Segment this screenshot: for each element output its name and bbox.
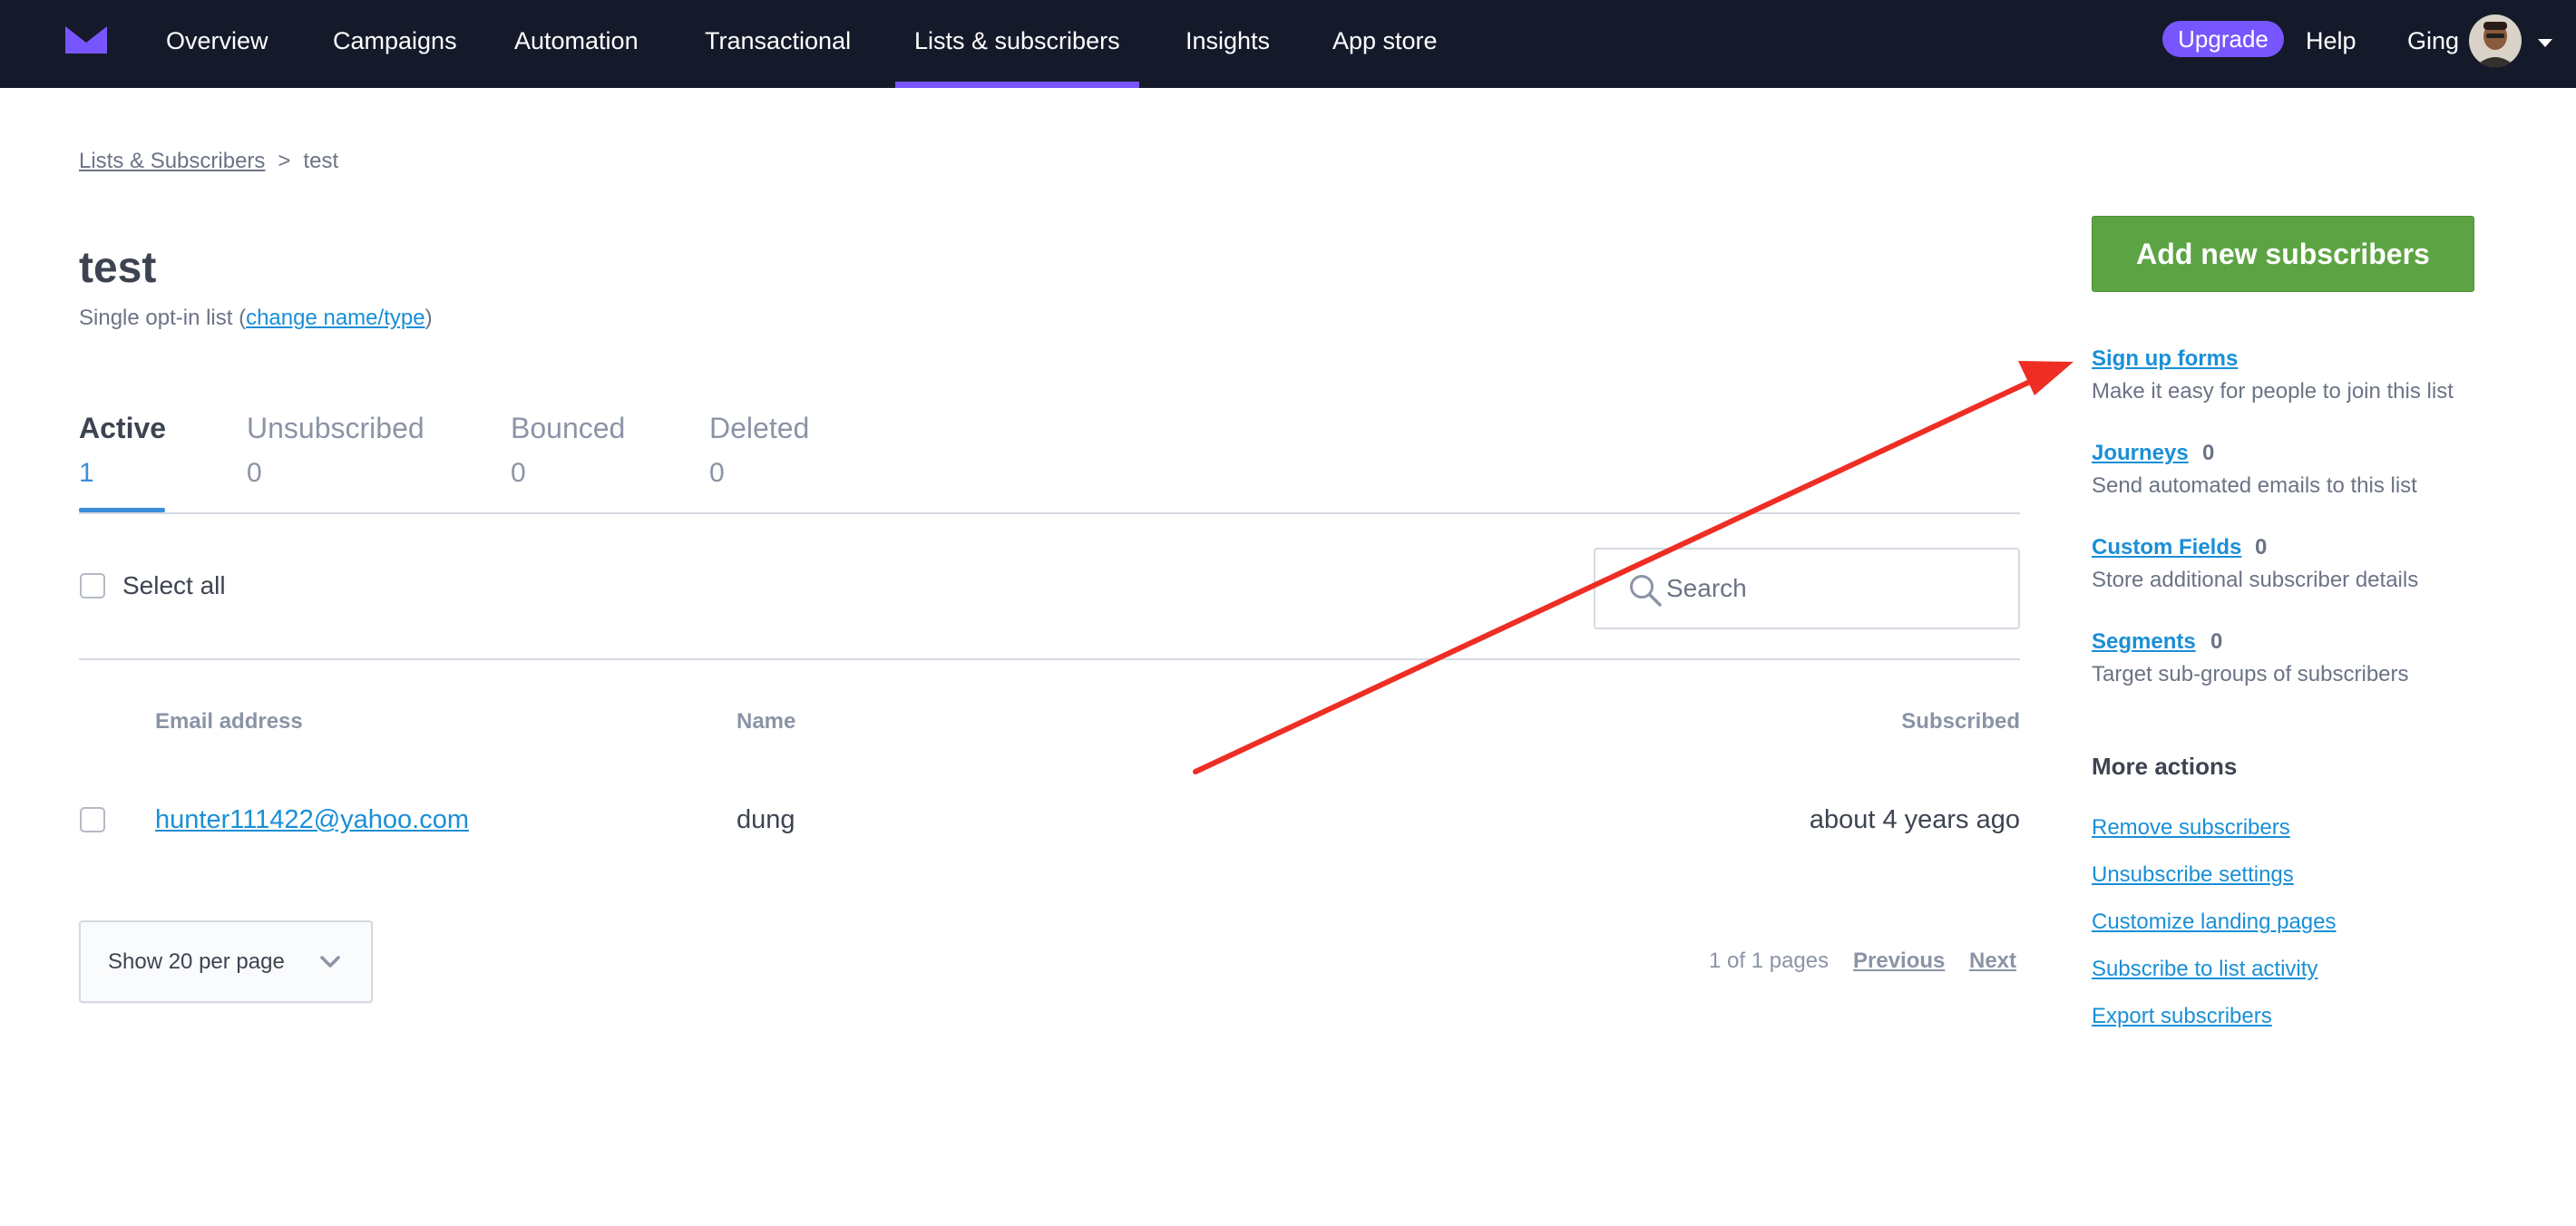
breadcrumb-separator: > (278, 149, 291, 173)
subscriber-name-cell: dung (737, 805, 795, 834)
nav-app-store[interactable]: App store (1332, 0, 1438, 88)
tab-label: Deleted (709, 412, 810, 444)
upgrade-button[interactable]: Upgrade (2162, 21, 2284, 57)
chevron-down-icon (320, 956, 340, 968)
nav-lists-subscribers[interactable]: Lists & subscribers (895, 0, 1139, 88)
segments-count: 0 (2210, 629, 2223, 654)
custom-fields-link[interactable]: Custom Fields (2092, 535, 2241, 560)
tab-deleted[interactable]: Deleted 0 (709, 412, 809, 489)
tab-active[interactable]: Active 1 (79, 412, 166, 489)
toolbar-divider (79, 658, 2020, 660)
app-logo-icon[interactable] (65, 26, 107, 54)
column-header-email[interactable]: Email address (155, 709, 303, 735)
breadcrumb-current: test (303, 149, 339, 173)
select-all-checkbox[interactable] (80, 573, 105, 598)
list-type-text: Single opt-in list ( (79, 306, 247, 330)
tab-label: Unsubscribed (247, 412, 424, 444)
add-new-subscribers-button[interactable]: Add new subscribers (2092, 216, 2474, 292)
tabs-divider (79, 512, 2020, 514)
tab-count: 0 (511, 458, 526, 488)
search-box[interactable] (1594, 548, 2020, 629)
custom-fields-description: Store additional subscriber details (2092, 568, 2419, 592)
pagination-info: 1 of 1 pages (1709, 949, 1830, 973)
avatar[interactable] (2469, 15, 2522, 67)
subscriber-email-cell: hunter111422@yahoo.com (155, 805, 469, 835)
tab-unsubscribed[interactable]: Unsubscribed 0 (247, 412, 424, 489)
page-title: test (79, 244, 157, 292)
tab-label: Active (79, 412, 167, 444)
tab-count: 0 (709, 458, 725, 488)
journeys-link[interactable]: Journeys (2092, 441, 2189, 466)
segments-description: Target sub-groups of subscribers (2092, 662, 2409, 686)
journeys-description: Send automated emails to this list (2092, 473, 2417, 498)
nav-insights[interactable]: Insights (1186, 0, 1270, 88)
annotation-arrow-icon (1193, 361, 2073, 774)
list-type-description: Single opt-in list (change name/type) (79, 306, 433, 331)
tab-bounced[interactable]: Bounced 0 (511, 412, 625, 489)
column-header-name[interactable]: Name (737, 709, 795, 735)
nav-campaigns[interactable]: Campaigns (333, 0, 457, 88)
top-navigation-bar: Overview Campaigns Automation Transactio… (0, 0, 2576, 88)
remove-subscribers-link[interactable]: Remove subscribers (2092, 815, 2290, 841)
user-avatar-icon (2469, 15, 2522, 67)
export-subscribers-link[interactable]: Export subscribers (2092, 1004, 2272, 1029)
journeys-count: 0 (2202, 441, 2215, 465)
tab-count: 0 (247, 458, 262, 488)
custom-fields-count: 0 (2255, 535, 2268, 559)
subscriber-date-cell: about 4 years ago (1809, 805, 2020, 834)
select-all-label[interactable]: Select all (122, 571, 226, 600)
nav-overview[interactable]: Overview (166, 0, 268, 88)
sign-up-forms-description: Make it easy for people to join this lis… (2092, 379, 2454, 404)
list-type-suffix: ) (424, 306, 433, 330)
change-name-type-link[interactable]: change name/type (246, 306, 424, 330)
next-page-link[interactable]: Next (1969, 949, 2016, 974)
customize-landing-pages-link[interactable]: Customize landing pages (2092, 910, 2337, 935)
segments-link[interactable]: Segments (2092, 629, 2196, 655)
search-input[interactable] (1666, 566, 2002, 611)
row-checkbox[interactable] (80, 807, 105, 832)
subscribe-to-list-activity-link[interactable]: Subscribe to list activity (2092, 957, 2317, 982)
user-name[interactable]: Ging (2407, 0, 2459, 82)
search-icon (1630, 575, 1662, 607)
breadcrumb: Lists & Subscribers > test (79, 149, 338, 174)
unsubscribe-settings-link[interactable]: Unsubscribe settings (2092, 862, 2294, 888)
per-page-label: Show 20 per page (108, 949, 285, 974)
breadcrumb-lists-subscribers-link[interactable]: Lists & Subscribers (79, 149, 265, 173)
sign-up-forms-link[interactable]: Sign up forms (2092, 346, 2238, 372)
column-header-subscribed[interactable]: Subscribed (1901, 709, 2020, 735)
nav-transactional[interactable]: Transactional (705, 0, 851, 88)
nav-automation[interactable]: Automation (514, 0, 639, 88)
tab-label: Bounced (511, 412, 626, 444)
help-link[interactable]: Help (2306, 0, 2356, 82)
more-actions-heading: More actions (2092, 753, 2238, 780)
user-menu-caret-icon[interactable] (2538, 39, 2552, 47)
per-page-select[interactable]: Show 20 per page (79, 920, 373, 1003)
subscriber-email-link[interactable]: hunter111422@yahoo.com (155, 805, 469, 834)
tab-count: 1 (79, 458, 94, 488)
previous-page-link[interactable]: Previous (1853, 949, 1945, 974)
